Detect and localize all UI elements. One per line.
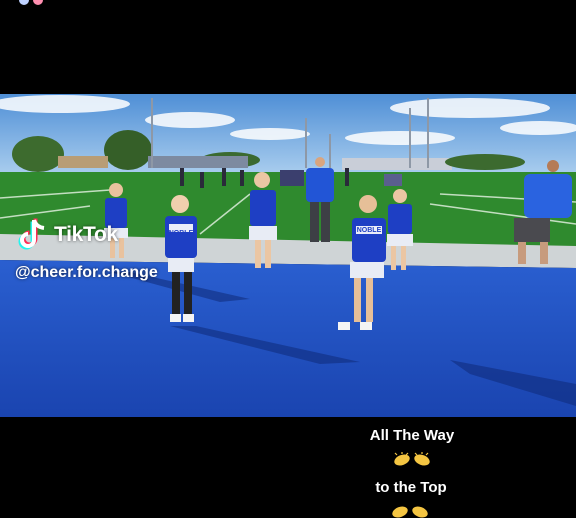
tiktok-logo-icon — [18, 218, 45, 250]
caption-line-1: All The Way — [369, 427, 455, 444]
uniform-text: NOBLE — [357, 227, 382, 234]
tiktok-watermark: TikTok — [18, 218, 118, 252]
video-frame[interactable]: NOBLE NOBLE — [0, 94, 576, 417]
tiktok-brand: TikTok — [54, 223, 118, 246]
clapping-hands-icon — [393, 452, 431, 466]
clapping-hands-icon — [391, 504, 429, 518]
status-indicator-icon — [19, 0, 43, 5]
creator-handle[interactable]: @cheer.for.change — [15, 264, 158, 282]
caption-line-2: to the Top — [375, 479, 447, 496]
uniform-text: NOBLE — [169, 230, 194, 237]
blue-turf — [0, 260, 576, 417]
